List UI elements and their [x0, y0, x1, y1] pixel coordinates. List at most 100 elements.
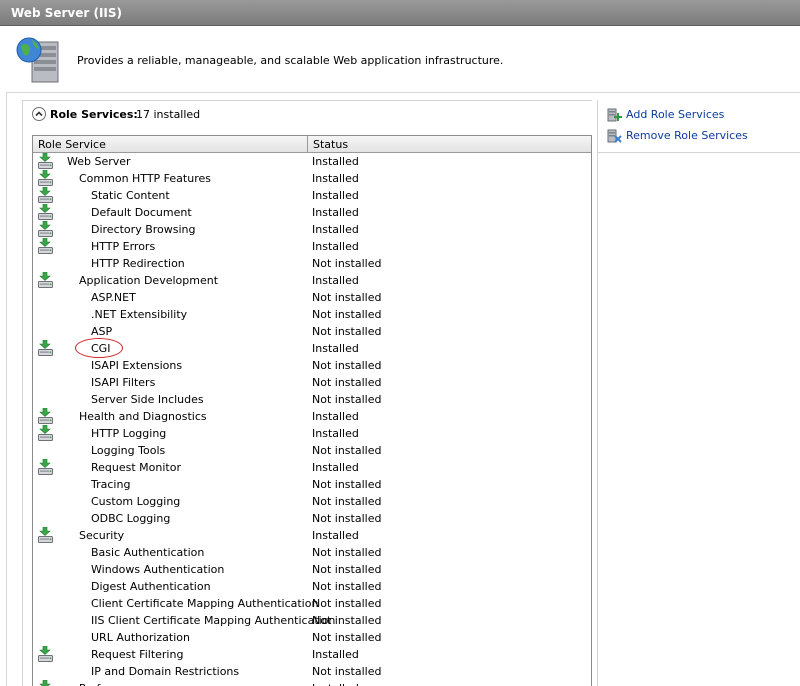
role-service-status: Installed	[312, 240, 359, 253]
role-service-status: Installed	[312, 206, 359, 219]
role-service-row[interactable]: ISAPI Filters Not installed	[33, 374, 591, 391]
role-service-name: HTTP Logging	[91, 427, 167, 440]
installed-role-icon	[37, 271, 54, 289]
installed-count: 17 installed	[136, 108, 201, 121]
role-service-name: Tracing	[91, 478, 131, 491]
installed-role-icon	[37, 526, 54, 544]
window-title: Web Server (IIS)	[11, 6, 123, 20]
content-border	[6, 92, 7, 686]
role-service-row[interactable]: Performance Installed	[33, 679, 591, 686]
role-service-status: Installed	[312, 529, 359, 542]
role-service-row[interactable]: Common HTTP Features Installed	[33, 169, 591, 187]
role-service-name: Custom Logging	[91, 495, 181, 508]
role-service-rows: Web Server Installed Common HTTP Features I…	[33, 152, 591, 686]
actions-pane: Add Role Services Remove Role Services	[597, 100, 800, 686]
column-header-label: Role Service	[38, 138, 106, 151]
role-service-name: Security	[79, 529, 125, 542]
role-service-row[interactable]: HTTP Errors Installed	[33, 237, 591, 255]
role-service-name: HTTP Redirection	[91, 257, 185, 270]
role-service-row[interactable]: Server Side Includes Not installed	[33, 391, 591, 408]
add-role-services-label[interactable]: Add Role Services	[626, 108, 724, 121]
role-service-name: ASP.NET	[91, 291, 136, 304]
role-service-name: IIS Client Certificate Mapping Authentic…	[91, 614, 336, 627]
role-service-row[interactable]: Basic Authentication Not installed	[33, 544, 591, 561]
role-service-status: Not installed	[312, 478, 382, 491]
remove-role-services-label[interactable]: Remove Role Services	[626, 129, 748, 142]
role-service-row[interactable]: Request Filtering Installed	[33, 645, 591, 663]
role-service-name: URL Authorization	[91, 631, 190, 644]
installed-role-icon	[37, 237, 54, 255]
header-divider	[6, 92, 800, 93]
role-service-name: Digest Authentication	[91, 580, 211, 593]
installed-role-icon	[37, 458, 54, 476]
role-service-row[interactable]: Security Installed	[33, 526, 591, 544]
role-service-row[interactable]: ASP.NET Not installed	[33, 289, 591, 306]
role-service-status: Not installed	[312, 563, 382, 576]
role-service-row[interactable]: .NET Extensibility Not installed	[33, 306, 591, 323]
role-service-row[interactable]: ASP Not installed	[33, 323, 591, 340]
installed-role-icon	[37, 424, 54, 442]
remove-role-services-icon	[607, 129, 622, 143]
role-service-name: Client Certificate Mapping Authenticatio…	[91, 597, 319, 610]
role-service-row[interactable]: Digest Authentication Not installed	[33, 578, 591, 595]
role-service-status: Not installed	[312, 512, 382, 525]
role-service-row[interactable]: Client Certificate Mapping Authenticatio…	[33, 595, 591, 612]
role-service-name: ISAPI Filters	[91, 376, 156, 389]
installed-role-icon	[37, 220, 54, 238]
role-service-name: CGI	[91, 342, 111, 355]
role-service-name: IP and Domain Restrictions	[91, 665, 240, 678]
role-service-status: Not installed	[312, 376, 382, 389]
role-service-row[interactable]: Custom Logging Not installed	[33, 493, 591, 510]
role-services-list[interactable]: Role Service Status Web Server Installed C…	[32, 135, 592, 686]
role-service-row[interactable]: IP and Domain Restrictions Not installed	[33, 663, 591, 680]
role-service-name: Request Filtering	[91, 648, 184, 661]
role-service-row[interactable]: URL Authorization Not installed	[33, 629, 591, 646]
role-service-status: Not installed	[312, 597, 382, 610]
role-service-row[interactable]: Default Document Installed	[33, 203, 591, 221]
installed-role-icon	[37, 186, 54, 204]
role-service-row[interactable]: Tracing Not installed	[33, 476, 591, 493]
role-service-status: Installed	[312, 410, 359, 423]
role-service-status: Installed	[312, 342, 359, 355]
role-service-name: Default Document	[91, 206, 192, 219]
column-header-row: Role Service Status	[33, 136, 591, 153]
role-service-status: Not installed	[312, 393, 382, 406]
role-service-status: Not installed	[312, 359, 382, 372]
installed-role-icon	[37, 645, 54, 663]
role-service-row[interactable]: Logging Tools Not installed	[33, 442, 591, 459]
collapse-section-button[interactable]	[32, 107, 46, 121]
role-service-row[interactable]: IIS Client Certificate Mapping Authentic…	[33, 612, 591, 629]
role-service-status: Not installed	[312, 257, 382, 270]
role-service-row[interactable]: HTTP Redirection Not installed	[33, 255, 591, 272]
role-service-name: Directory Browsing	[91, 223, 196, 236]
role-service-name: Server Side Includes	[91, 393, 204, 406]
role-service-status: Not installed	[312, 444, 382, 457]
role-service-row[interactable]: ISAPI Extensions Not installed	[33, 357, 591, 374]
section-title: Role Services:	[50, 108, 138, 121]
role-service-row[interactable]: Request Monitor Installed	[33, 458, 591, 476]
role-service-row[interactable]: Web Server Installed	[33, 152, 591, 170]
chevron-up-icon	[35, 111, 43, 117]
role-service-name: Static Content	[91, 189, 170, 202]
role-service-status: Installed	[312, 155, 359, 168]
installed-role-icon	[37, 679, 54, 686]
column-header-role-service[interactable]: Role Service	[33, 136, 308, 152]
role-service-row[interactable]: ODBC Logging Not installed	[33, 510, 591, 527]
role-service-status: Installed	[312, 648, 359, 661]
window-title-bar: Web Server (IIS)	[0, 0, 800, 26]
server-globe-icon	[16, 37, 59, 83]
actions-divider	[598, 152, 800, 153]
role-service-row[interactable]: Application Development Installed	[33, 271, 591, 289]
role-service-row[interactable]: Windows Authentication Not installed	[33, 561, 591, 578]
role-service-row[interactable]: HTTP Logging Installed	[33, 424, 591, 442]
role-service-status: Installed	[312, 223, 359, 236]
role-service-name: Web Server	[67, 155, 131, 168]
role-service-row[interactable]: CGI Installed	[33, 339, 591, 357]
role-service-row[interactable]: Directory Browsing Installed	[33, 220, 591, 238]
role-service-row[interactable]: Health and Diagnostics Installed	[33, 407, 591, 425]
role-service-name: ASP	[91, 325, 113, 338]
role-service-status: Not installed	[312, 665, 382, 678]
installed-role-icon	[37, 152, 54, 170]
role-service-row[interactable]: Static Content Installed	[33, 186, 591, 204]
role-description: Provides a reliable, manageable, and sca…	[77, 54, 504, 67]
